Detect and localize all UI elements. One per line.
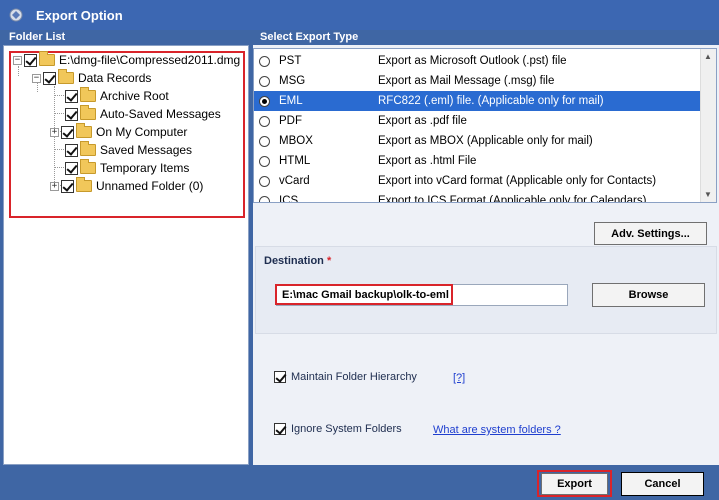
tree-item-saved-messages[interactable]: Saved Messages bbox=[65, 141, 192, 159]
checkbox[interactable] bbox=[274, 371, 286, 383]
destination-path-value: E:\mac Gmail backup\olk-to-eml bbox=[282, 289, 449, 301]
window-title: Export Option bbox=[36, 8, 123, 23]
checkbox[interactable] bbox=[61, 125, 74, 139]
radio-button[interactable] bbox=[259, 55, 270, 67]
tree-item-label: Saved Messages bbox=[100, 143, 193, 157]
export-type-name: MSG bbox=[279, 75, 306, 87]
option-label: Ignore System Folders bbox=[291, 423, 402, 435]
export-type-name: vCard bbox=[279, 175, 310, 187]
folder-icon bbox=[80, 141, 96, 156]
export-type-desc: Export as .pdf file bbox=[378, 115, 467, 127]
checkbox[interactable] bbox=[274, 423, 286, 435]
export-type-desc: Export as Mail Message (.msg) file bbox=[378, 75, 555, 87]
export-type-name: PDF bbox=[279, 115, 302, 127]
folder-icon bbox=[80, 159, 96, 174]
export-settings-panel: PST Export as Microsoft Outlook (.pst) f… bbox=[253, 45, 719, 465]
folder-tree-panel: − E:\dmg-file\Compressed2011.dmg − Data … bbox=[3, 45, 249, 465]
tree-item-label: Auto-Saved Messages bbox=[100, 107, 221, 121]
export-type-vcard[interactable]: vCard Export into vCard format (Applicab… bbox=[254, 171, 701, 191]
radio-button[interactable] bbox=[259, 155, 270, 167]
folder-list-label: Folder List bbox=[9, 31, 66, 43]
tree-item-label: Archive Root bbox=[100, 89, 169, 103]
tree-item-label: E:\dmg-file\Compressed2011.dmg bbox=[59, 53, 241, 67]
tree-item-archive-root[interactable]: Archive Root bbox=[65, 87, 169, 105]
checkbox[interactable] bbox=[65, 107, 78, 121]
folder-icon bbox=[80, 87, 96, 102]
radio-button[interactable] bbox=[259, 175, 270, 187]
radio-button-selected[interactable] bbox=[259, 95, 270, 107]
folder-icon bbox=[76, 177, 92, 192]
export-type-label: Select Export Type bbox=[260, 31, 359, 43]
radio-button[interactable] bbox=[259, 195, 270, 202]
tree-item-on-my-computer[interactable]: + On My Computer bbox=[50, 123, 187, 141]
tree-item-label: Temporary Items bbox=[100, 161, 190, 175]
checkbox[interactable] bbox=[43, 71, 56, 85]
checkbox[interactable] bbox=[65, 143, 78, 157]
tree-item-unnamed-folder[interactable]: + Unnamed Folder (0) bbox=[50, 177, 203, 195]
adv-settings-button[interactable]: Adv. Settings... bbox=[594, 222, 707, 245]
export-type-desc: RFC822 (.eml) file. (Applicable only for… bbox=[378, 95, 604, 107]
browse-button[interactable]: Browse bbox=[592, 283, 705, 307]
export-type-msg[interactable]: MSG Export as Mail Message (.msg) file bbox=[254, 71, 701, 91]
export-type-desc: Export as .html File bbox=[378, 155, 477, 167]
tree-item-root[interactable]: − E:\dmg-file\Compressed2011.dmg bbox=[13, 51, 240, 69]
export-type-desc: Export as MBOX (Applicable only for mail… bbox=[378, 135, 593, 147]
tree-item-label: Data Records bbox=[78, 71, 152, 85]
open-folder-icon bbox=[58, 69, 74, 84]
open-folder-icon bbox=[39, 51, 55, 66]
export-type-desc: Export into vCard format (Applicable onl… bbox=[378, 175, 657, 187]
type-list-scrollbar[interactable]: ▲ ▼ bbox=[700, 49, 716, 202]
export-type-name: MBOX bbox=[279, 135, 313, 147]
option-label: Maintain Folder Hierarchy bbox=[291, 371, 417, 383]
app-icon bbox=[9, 8, 23, 22]
radio-button[interactable] bbox=[259, 135, 270, 147]
ignore-system-folders-option[interactable]: Ignore System Folders bbox=[274, 423, 402, 435]
cancel-button[interactable]: Cancel bbox=[621, 472, 704, 496]
folder-icon bbox=[80, 105, 96, 120]
export-type-eml[interactable]: EML RFC822 (.eml) file. (Applicable only… bbox=[254, 91, 701, 111]
system-folders-help-link[interactable]: What are system folders ? bbox=[433, 424, 561, 436]
tree-item-temporary-items[interactable]: Temporary Items bbox=[65, 159, 189, 177]
export-type-desc: Export as Microsoft Outlook (.pst) file bbox=[378, 55, 567, 67]
tree-item-auto-saved[interactable]: Auto-Saved Messages bbox=[65, 105, 221, 123]
collapse-icon[interactable]: − bbox=[32, 73, 41, 83]
expand-icon[interactable]: + bbox=[50, 127, 59, 137]
export-type-name: ICS bbox=[279, 195, 299, 203]
tree-item-data-records[interactable]: − Data Records bbox=[32, 69, 151, 87]
checkbox[interactable] bbox=[24, 53, 37, 67]
export-type-name: PST bbox=[279, 55, 302, 67]
destination-section: Destination * E:\mac Gmail backup\olk-to… bbox=[255, 246, 717, 334]
export-type-ics[interactable]: ICS Export to ICS Format (Applicable onl… bbox=[254, 191, 701, 203]
tree-item-label: Unnamed Folder (0) bbox=[96, 179, 204, 193]
hierarchy-help-link[interactable]: [?] bbox=[453, 372, 465, 384]
scroll-down-icon[interactable]: ▼ bbox=[704, 190, 712, 199]
export-type-mbox[interactable]: MBOX Export as MBOX (Applicable only for… bbox=[254, 131, 701, 151]
title-bar: Export Option bbox=[0, 0, 719, 30]
tree-item-label: On My Computer bbox=[96, 125, 188, 139]
scroll-up-icon[interactable]: ▲ bbox=[704, 52, 712, 61]
export-type-name: HTML bbox=[279, 155, 311, 167]
collapse-icon[interactable]: − bbox=[13, 55, 22, 65]
folder-icon bbox=[76, 123, 92, 138]
export-type-desc: Export to ICS Format (Applicable only fo… bbox=[378, 195, 647, 203]
export-type-pst[interactable]: PST Export as Microsoft Outlook (.pst) f… bbox=[254, 51, 701, 71]
export-type-name: EML bbox=[279, 95, 303, 107]
radio-button[interactable] bbox=[259, 115, 270, 127]
expand-icon[interactable]: + bbox=[50, 181, 59, 191]
export-highlight-box bbox=[537, 470, 612, 497]
maintain-hierarchy-option[interactable]: Maintain Folder Hierarchy bbox=[274, 371, 417, 383]
export-type-list: PST Export as Microsoft Outlook (.pst) f… bbox=[253, 48, 717, 203]
export-type-pdf[interactable]: PDF Export as .pdf file bbox=[254, 111, 701, 131]
checkbox[interactable] bbox=[65, 89, 78, 103]
checkbox[interactable] bbox=[65, 161, 78, 175]
radio-button[interactable] bbox=[259, 75, 270, 87]
checkbox[interactable] bbox=[61, 179, 74, 193]
export-type-html[interactable]: HTML Export as .html File bbox=[254, 151, 701, 171]
destination-label: Destination * bbox=[264, 255, 332, 267]
